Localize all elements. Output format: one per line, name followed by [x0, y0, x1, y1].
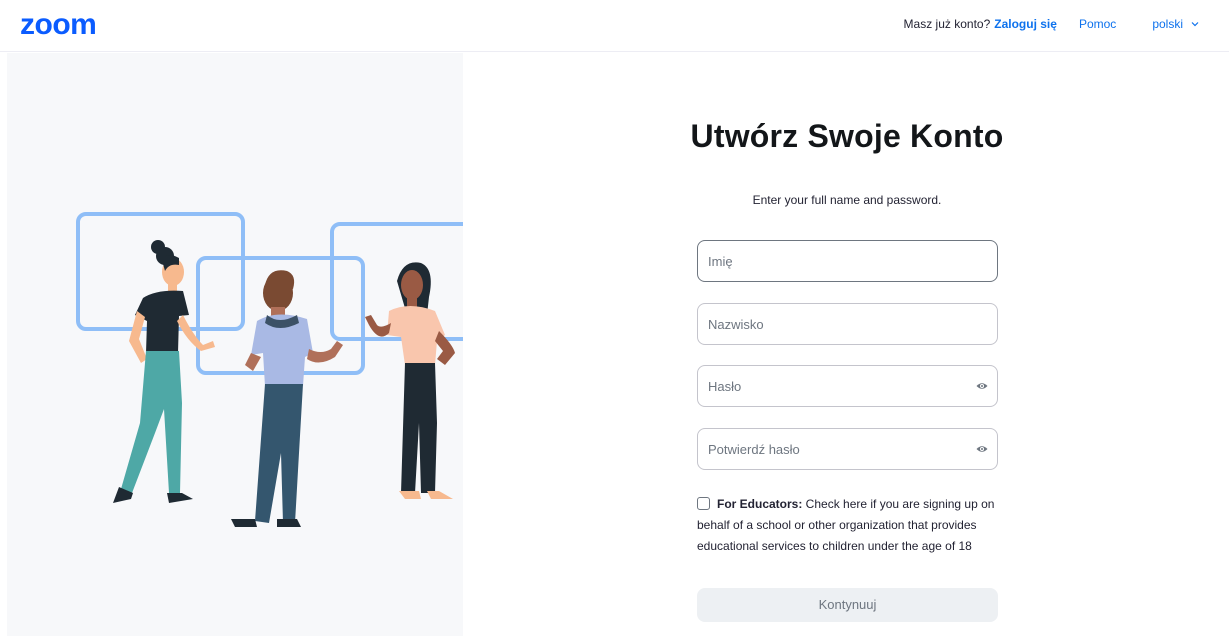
confirm-password-field[interactable] [697, 428, 998, 470]
person-2 [231, 270, 343, 527]
person-3 [365, 262, 455, 499]
educators-checkbox-row: For Educators: Check here if you are sig… [697, 494, 1007, 557]
last-name-input[interactable] [698, 304, 997, 344]
eye-icon[interactable] [976, 443, 988, 455]
confirm-password-input[interactable] [698, 429, 997, 469]
people-collaborating-illustration [76, 212, 463, 527]
password-input[interactable] [698, 366, 997, 406]
zoom-logo[interactable]: zoom [20, 11, 116, 37]
help-link[interactable]: Pomoc [1079, 17, 1116, 31]
last-name-field[interactable] [697, 303, 998, 345]
top-header: zoom Masz już konto? Zaloguj się Pomoc p… [0, 0, 1229, 52]
educators-label-bold: For Educators: [717, 497, 803, 511]
language-label: polski [1152, 17, 1183, 31]
language-selector[interactable]: polski [1152, 17, 1199, 31]
eye-icon[interactable] [976, 380, 988, 392]
illustration-panel [7, 53, 463, 636]
first-name-field[interactable] [697, 240, 998, 282]
header-nav: Masz już konto? Zaloguj się Pomoc polski [904, 17, 1199, 31]
educators-checkbox[interactable] [697, 497, 710, 510]
chevron-down-icon [1191, 22, 1199, 27]
password-field[interactable] [697, 365, 998, 407]
first-name-input[interactable] [698, 241, 997, 281]
page-title: Utwórz Swoje Konto [690, 118, 1004, 154]
have-account-text: Masz już konto? [903, 17, 991, 31]
login-link[interactable]: Zaloguj się [994, 17, 1057, 31]
form-subtitle: Enter your full name and password. [752, 193, 942, 207]
logo-text: zoom [20, 11, 96, 37]
continue-button[interactable]: Kontynuuj [697, 588, 998, 622]
